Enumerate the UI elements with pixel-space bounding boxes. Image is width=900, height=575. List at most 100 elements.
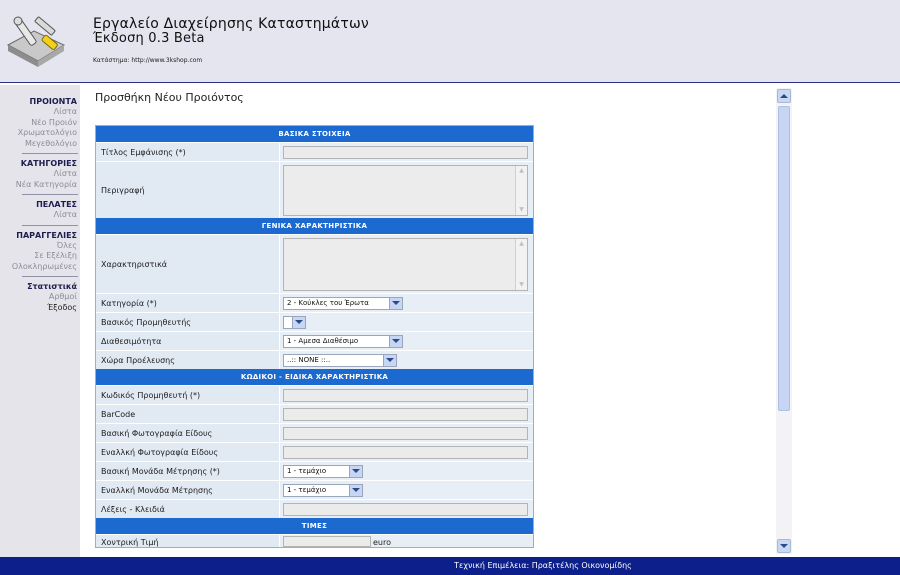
form-row-title: Τίτλος Εμφάνισης (*) (96, 142, 533, 161)
form-row-supplier: Βασικός Προμηθευτής (96, 312, 533, 331)
sidebar-item-products-list[interactable]: Λίστα (0, 107, 77, 118)
currency-label: euro (373, 538, 391, 547)
alt-unit-selected-value: 1 - τεμάχιο (287, 486, 327, 494)
sidebar-divider (22, 153, 78, 154)
form-row-category: Κατηγορία (*) 2 - Κούκλες του Έρωτα (96, 293, 533, 312)
supplier-code-input[interactable] (283, 388, 528, 402)
form-row-barcode: BarCode (96, 404, 533, 423)
sidebar-title-categories[interactable]: ΚΑΤΗΓΟΡΙΕΣ (0, 158, 77, 169)
sidebar-title-customers[interactable]: ΠΕΛΑΤΕΣ (0, 199, 77, 210)
sidebar-item-orders-all[interactable]: Όλες (0, 241, 77, 252)
footer-credits: Τεχνική Επιμέλεια: Πραξιτέλης Οικονομίδη… (454, 561, 632, 570)
app-title: Εργαλείο Διαχείρησης Καταστημάτων (93, 16, 369, 32)
chevron-down-icon[interactable] (389, 335, 402, 347)
description-textarea[interactable]: ▲ ▼ (283, 164, 528, 216)
form-row-description: Περιγραφή ▲ ▼ (96, 161, 533, 218)
form-row-features: Χαρακτηριστικά ▲ ▼ (96, 234, 533, 293)
sidebar-divider (22, 276, 78, 277)
alt-photo-label: Εναλλκή Φωτογραφία Είδους (96, 443, 280, 461)
scroll-up-button[interactable] (777, 89, 791, 103)
description-label: Περιγραφή (96, 162, 280, 218)
supplier-label: Βασικός Προμηθευτής (96, 313, 280, 331)
textarea-scrollbar[interactable]: ▲ ▼ (515, 238, 527, 290)
arrow-up-icon (780, 94, 788, 98)
app-version: Έκδοση 0.3 Beta (93, 31, 205, 46)
scroll-thumb[interactable] (778, 106, 790, 411)
form-row-supplier-code: Κωδικός Προμηθευτή (*) (96, 385, 533, 404)
sidebar: ΠΡΟΙΟΝΤΑ Λίστα Νέο Προιόν Χρωματολόγιο Μ… (0, 85, 80, 557)
page-scrollbar[interactable] (776, 88, 792, 554)
product-form: ΒΑΣΙΚΑ ΣΤΟΙΧΕΙΑ Τίτλος Εμφάνισης (*) Περ… (95, 125, 534, 548)
form-row-origin: Χώρα Προέλευσης ..:: NONE ::.. (96, 350, 533, 369)
sidebar-item-customers-list[interactable]: Λίστα (0, 210, 77, 221)
scroll-down-icon[interactable]: ▼ (518, 206, 525, 213)
store-url[interactable]: Κατάστημα: http://www.3kshop.com (93, 57, 202, 64)
page-title: Προσθήκη Νέου Προιόντος (95, 91, 244, 104)
scroll-down-button[interactable] (777, 539, 791, 553)
section-header-prices: ΤΙΜΕΣ (96, 518, 533, 534)
availability-label: Διαθεσιμότητα (96, 332, 280, 350)
origin-select[interactable]: ..:: NONE ::.. (283, 353, 397, 367)
sidebar-group-customers: ΠΕΛΑΤΕΣ Λίστα (0, 199, 80, 221)
barcode-input[interactable] (283, 407, 528, 421)
sidebar-item-new-product[interactable]: Νέο Προιόν (0, 118, 77, 129)
category-selected-value: 2 - Κούκλες του Έρωτα (287, 299, 369, 307)
wholesale-price-label: Χοντρική Τιμή (96, 535, 280, 547)
sidebar-group-categories: ΚΑΤΗΓΟΡΙΕΣ Λίστα Νέα Κατηγορία (0, 158, 80, 190)
main-unit-select[interactable]: 1 - τεμάχιο (283, 464, 363, 478)
alt-unit-select[interactable]: 1 - τεμάχιο (283, 483, 363, 497)
sidebar-item-logout[interactable]: Έξοδος (0, 303, 77, 314)
scroll-down-icon[interactable]: ▼ (518, 281, 525, 288)
textarea-scrollbar[interactable]: ▲ ▼ (515, 165, 527, 215)
main-unit-label: Βασική Μονάδα Μέτρησης (*) (96, 462, 280, 480)
sidebar-item-new-category[interactable]: Νέα Κατηγορία (0, 180, 77, 191)
main-photo-input[interactable] (283, 426, 528, 440)
chevron-down-icon[interactable] (389, 297, 402, 309)
origin-label: Χώρα Προέλευσης (96, 351, 280, 369)
sidebar-title-statistics[interactable]: Στατιστικά (0, 281, 77, 292)
tools-logo-icon (6, 16, 66, 67)
availability-selected-value: 1 - Αμεσα Διαθέσιμο (287, 337, 359, 345)
sidebar-group-orders: ΠΑΡΑΓΓΕΛΙΕΣ Όλες Σε Εξέλιξη Ολοκληρωμένε… (0, 230, 80, 273)
chevron-down-icon[interactable] (383, 354, 396, 366)
keywords-input[interactable] (283, 502, 528, 516)
section-header-basic: ΒΑΣΙΚΑ ΣΤΟΙΧΕΙΑ (96, 126, 533, 142)
section-header-general: ΓΕΝΙΚΑ ΧΑΡΑΚΤΗΡΙΣΤΙΚΑ (96, 218, 533, 234)
features-label: Χαρακτηριστικά (96, 235, 280, 293)
sidebar-divider (22, 194, 78, 195)
sidebar-item-colors[interactable]: Χρωματολόγιο (0, 128, 77, 139)
wholesale-price-input[interactable] (283, 536, 371, 547)
sidebar-title-orders[interactable]: ΠΑΡΑΓΓΕΛΙΕΣ (0, 230, 77, 241)
category-label: Κατηγορία (*) (96, 294, 280, 312)
sidebar-item-categories-list[interactable]: Λίστα (0, 169, 77, 180)
scroll-up-icon[interactable]: ▲ (518, 240, 525, 247)
chevron-down-icon[interactable] (349, 484, 362, 496)
sidebar-item-numbers[interactable]: Αρθμοί (0, 292, 77, 303)
form-row-alt-photo: Εναλλκή Φωτογραφία Είδους (96, 442, 533, 461)
scroll-up-icon[interactable]: ▲ (518, 167, 525, 174)
chevron-down-icon[interactable] (349, 465, 362, 477)
form-row-keywords: Λέξεις - Κλειδιά (96, 499, 533, 518)
barcode-label: BarCode (96, 405, 280, 423)
supplier-code-label: Κωδικός Προμηθευτή (*) (96, 386, 280, 404)
title-input[interactable] (283, 145, 528, 159)
section-header-codes: ΚΩΔΙΚΟΙ - ΕΙΔΙΚΑ ΧΑΡΑΚΤΗΡΙΣΤΙΚΑ (96, 369, 533, 385)
app-window: Εργαλείο Διαχείρησης Καταστημάτων Έκδοση… (0, 0, 900, 575)
main-photo-label: Βασική Φωτογραφία Είδους (96, 424, 280, 442)
sidebar-group-statistics: Στατιστικά Αρθμοί Έξοδος (0, 281, 80, 313)
sidebar-item-orders-completed[interactable]: Ολοκληρωμένες (0, 262, 77, 273)
category-select[interactable]: 2 - Κούκλες του Έρωτα (283, 296, 403, 310)
origin-selected-value: ..:: NONE ::.. (287, 356, 331, 364)
form-row-availability: Διαθεσιμότητα 1 - Αμεσα Διαθέσιμο (96, 331, 533, 350)
sidebar-title-products[interactable]: ΠΡΟΙΟΝΤΑ (0, 96, 77, 107)
features-textarea[interactable]: ▲ ▼ (283, 237, 528, 291)
chevron-down-icon[interactable] (292, 316, 305, 328)
sidebar-item-orders-in-progress[interactable]: Σε Εξέλιξη (0, 251, 77, 262)
availability-select[interactable]: 1 - Αμεσα Διαθέσιμο (283, 334, 403, 348)
main-unit-selected-value: 1 - τεμάχιο (287, 467, 327, 475)
supplier-select[interactable] (283, 315, 306, 329)
alt-photo-input[interactable] (283, 445, 528, 459)
alt-unit-label: Εναλλκή Μονάδα Μέτρησης (96, 481, 280, 499)
form-row-wholesale-price: Χοντρική Τιμή euro (96, 534, 533, 547)
sidebar-item-sizes[interactable]: Μεγεθολόγιο (0, 139, 77, 150)
